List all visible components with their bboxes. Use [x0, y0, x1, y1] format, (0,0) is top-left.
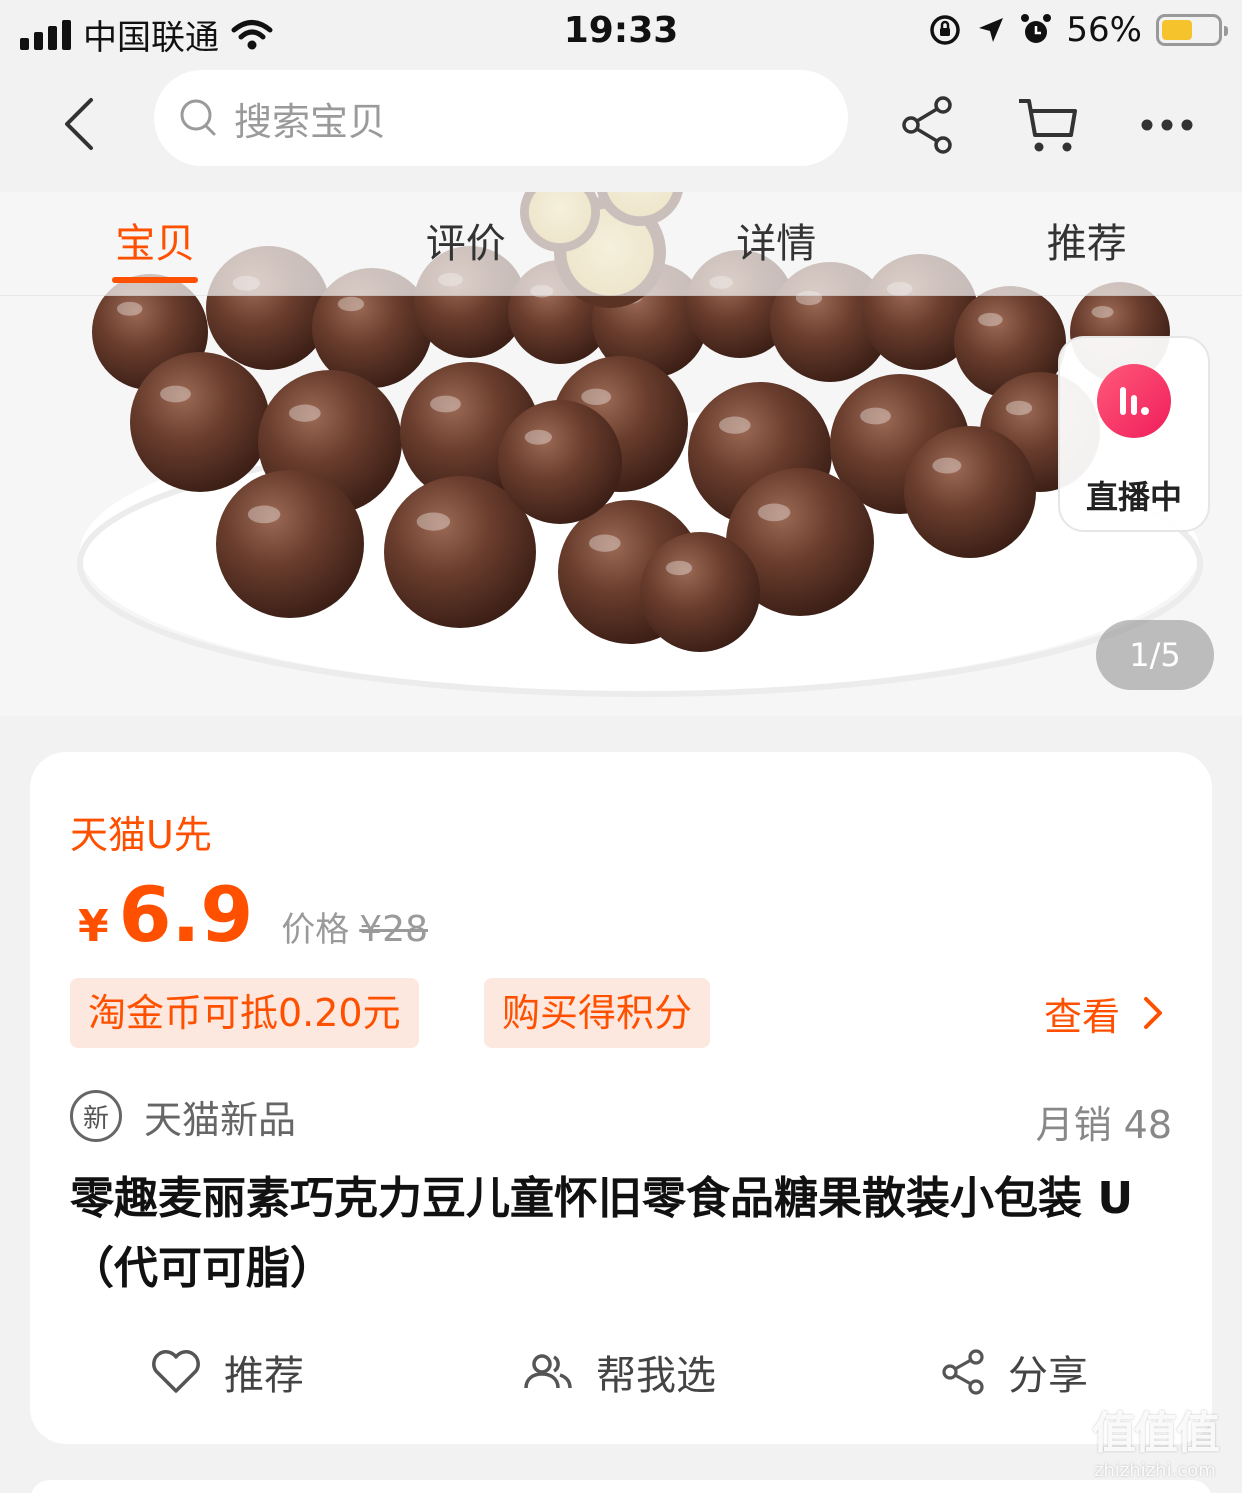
tab-details[interactable]: 详情 [621, 192, 932, 295]
new-badge: 新 [70, 1090, 122, 1142]
recommend-button[interactable]: 推荐 [150, 1340, 304, 1404]
chevron-left-icon [65, 98, 93, 150]
nav-bar: 搜索宝贝 [0, 64, 1242, 192]
product-title: 零趣麦丽素巧克力豆儿童怀旧零食品糖果散装小包装 U（代可可脂） [70, 1173, 1134, 1294]
meta-row: 新 天猫新品 月销 48 [70, 1088, 1172, 1147]
search-icon [178, 96, 222, 140]
alarm-icon [1021, 14, 1052, 43]
current-price: 6.9 [118, 870, 254, 959]
original-price: ¥28 [359, 909, 428, 950]
price-row: ¥ 6.9 价格 ¥28 [78, 870, 428, 959]
view-promos-link[interactable]: 查看 [1044, 978, 1172, 1048]
original-price-label: 价格 [281, 910, 350, 950]
image-pager: 1/5 [1096, 620, 1214, 690]
view-label: 查看 [1043, 994, 1120, 1039]
back-button[interactable] [48, 92, 108, 156]
help-me-choose-label: 帮我选 [596, 1353, 716, 1399]
orientation-lock-icon [930, 15, 961, 45]
search-input[interactable]: 搜索宝贝 [154, 70, 848, 166]
battery-percent: 56% [1066, 10, 1142, 50]
status-bar: 中国联通 19:33 56% [0, 0, 1242, 64]
live-label: 直播中 [1085, 478, 1182, 516]
share-action-button[interactable]: 分享 [940, 1340, 1088, 1404]
location-icon [979, 18, 1004, 42]
tab-recommend[interactable]: 推荐 [932, 192, 1242, 295]
promo-row: 淘金币可抵0.20元 购买得积分 查看 [70, 978, 1172, 1048]
tab-reviews[interactable]: 评价 [311, 192, 622, 295]
battery-fill [1162, 20, 1193, 40]
site-watermark: 值值值 zhizhizhi.com [1092, 1408, 1242, 1493]
battery-icon [1156, 14, 1228, 46]
share-icon [902, 96, 952, 154]
share-icon [942, 1349, 984, 1395]
people-icon [524, 1354, 572, 1389]
new-product-label: 天猫新品 [144, 1097, 297, 1142]
live-icon [1097, 364, 1171, 438]
coin-discount-tag[interactable]: 淘金币可抵0.20元 [70, 978, 419, 1048]
cart-icon [1019, 99, 1077, 152]
chevron-right-icon [1144, 997, 1162, 1029]
more-icon [1141, 119, 1193, 131]
live-stream-button[interactable]: 直播中 [1058, 336, 1210, 532]
monthly-sales: 月销 48 [1035, 1103, 1172, 1147]
heart-icon [152, 1350, 200, 1393]
cart-button[interactable] [1012, 90, 1082, 160]
share-label: 分享 [1008, 1353, 1088, 1399]
watermark-url: zhizhizhi.com [1094, 1460, 1216, 1481]
currency-symbol: ¥ [78, 901, 109, 952]
tab-item[interactable]: 宝贝 [0, 192, 311, 295]
tab-bar: 宝贝 评价 详情 推荐 [0, 192, 1242, 296]
product-info-card: 天猫U先 ¥ 6.9 价格 ¥28 淘金币可抵0.20元 购买得积分 查看 新 … [30, 752, 1212, 1444]
help-me-choose-button[interactable]: 帮我选 [520, 1340, 716, 1404]
more-button[interactable] [1132, 90, 1202, 160]
recommend-label: 推荐 [224, 1353, 304, 1399]
share-button[interactable] [892, 90, 962, 160]
watermark-logo: 值值值 [1092, 1408, 1220, 1459]
brand-tag: 天猫U先 [70, 813, 212, 857]
points-tag[interactable]: 购买得积分 [484, 978, 711, 1048]
status-right: 56% [928, 10, 1228, 50]
search-placeholder: 搜索宝贝 [234, 99, 387, 144]
action-row: 推荐 帮我选 分享 [30, 1340, 1212, 1404]
next-card [30, 1480, 1212, 1493]
